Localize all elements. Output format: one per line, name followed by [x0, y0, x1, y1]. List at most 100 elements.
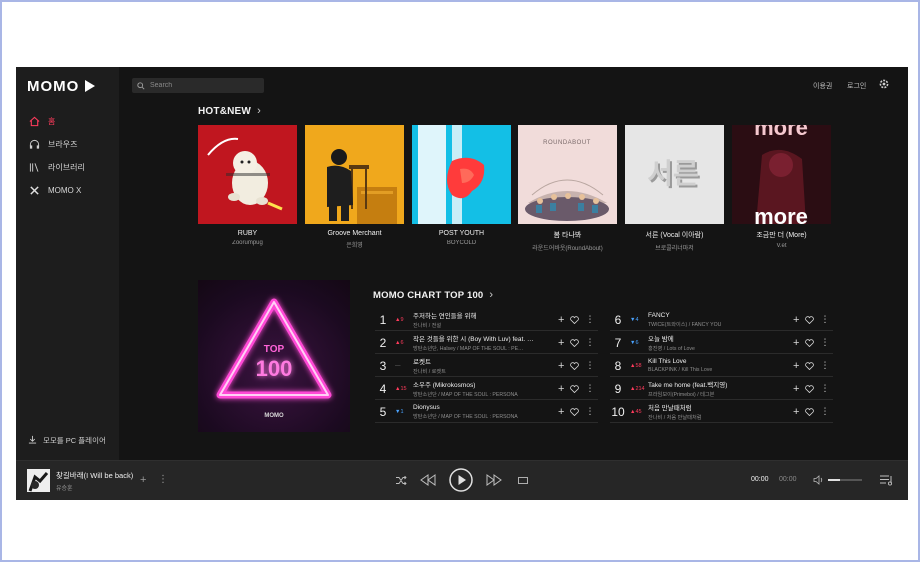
song-artist[interactable]: 방탄소년단 / MAP OF THE SOUL : PERSONA — [413, 391, 550, 398]
pass-link[interactable]: 이용권 — [813, 81, 832, 91]
album-title[interactable]: 봄 타나봐 — [518, 230, 617, 240]
add-icon[interactable]: + — [793, 360, 799, 372]
volume-icon[interactable] — [813, 475, 824, 485]
hot-new-title[interactable]: HOT&NEW › — [198, 105, 261, 117]
song-title[interactable]: 처음 만날때처럼 — [648, 402, 785, 412]
next-icon[interactable] — [486, 474, 502, 486]
album-card[interactable]: POST YOUTH BOYCOLD — [412, 125, 511, 246]
chart-row[interactable]: 1 ▲9 주저하는 연인들을 위해 잔나비 / 전설 + ⋮ — [375, 309, 598, 331]
momo-logo[interactable]: MOMO — [27, 77, 97, 95]
song-title[interactable]: FANCY — [648, 312, 785, 319]
shuffle-icon[interactable] — [396, 476, 407, 485]
add-icon[interactable]: + — [140, 474, 146, 486]
album-artist[interactable]: 브로콜리너마저 — [625, 243, 724, 252]
add-icon[interactable]: + — [793, 314, 799, 326]
heart-icon[interactable] — [805, 338, 815, 347]
now-playing-artist[interactable]: 유승훈 — [56, 483, 73, 492]
chart-row[interactable]: 4 ▲15 소우주 (Mikrokosmos) 방탄소년단 / MAP OF THE … — [375, 378, 598, 400]
album-title[interactable]: POST YOUTH — [412, 230, 511, 237]
song-artist[interactable]: 방탄소년단 / MAP OF THE SOUL : PERSONA — [413, 413, 550, 420]
more-icon[interactable]: ⋮ — [158, 474, 168, 485]
album-title[interactable]: Groove Merchant — [305, 230, 404, 237]
chart-row[interactable]: 5 ▼1 Dionysus 방탄소년단 / MAP OF THE SOUL : PER… — [375, 401, 598, 423]
album-card[interactable]: RUBY Zoorumpug — [198, 125, 297, 246]
search-input[interactable] — [150, 82, 260, 89]
album-cover-ruby[interactable] — [198, 125, 297, 224]
add-icon[interactable]: + — [558, 406, 564, 418]
album-card[interactable]: 서른 서른 서른 (Vocal 이아람) 브로콜리너마저 — [625, 125, 724, 252]
album-cover-post-youth[interactable] — [412, 125, 511, 224]
more-icon[interactable]: ⋮ — [585, 406, 594, 417]
album-card[interactable]: more more 조금만 더 (More) V.et — [732, 125, 831, 249]
heart-icon[interactable] — [805, 407, 815, 416]
album-artist[interactable]: 라운드어바웃(RoundAbout) — [518, 243, 617, 252]
more-icon[interactable]: ⋮ — [585, 337, 594, 348]
top100-cover[interactable]: TOP 100 MOMO — [198, 280, 350, 432]
more-icon[interactable]: ⋮ — [820, 337, 829, 348]
add-icon[interactable]: + — [558, 383, 564, 395]
gear-icon[interactable] — [878, 78, 890, 90]
heart-icon[interactable] — [805, 315, 815, 324]
song-title[interactable]: 작은 것들을 위한 시 (Boy With Luv) feat. … — [413, 333, 550, 343]
album-cover-roundabout[interactable]: ROUNDABOUT — [518, 125, 617, 224]
album-cover-more[interactable]: more more — [732, 125, 831, 224]
song-title[interactable]: Kill This Love — [648, 358, 785, 365]
heart-icon[interactable] — [805, 384, 815, 393]
song-artist[interactable]: TWICE(트와이스) / FANCY YOU — [648, 321, 785, 328]
add-icon[interactable]: + — [558, 360, 564, 372]
play-button[interactable] — [449, 468, 473, 492]
song-title[interactable]: Dionysus — [413, 404, 550, 411]
song-title[interactable]: Take me home (feat.백지영) — [648, 379, 785, 389]
song-title[interactable]: 소우주 (Mikrokosmos) — [413, 379, 550, 389]
heart-icon[interactable] — [570, 384, 580, 393]
song-artist[interactable]: 잔나비 / 처음 만날때처럼 — [648, 414, 785, 421]
more-icon[interactable]: ⋮ — [585, 314, 594, 325]
volume-slider[interactable] — [828, 479, 862, 481]
chart-row[interactable]: 9 ▲214 Take me home (feat.백지영) 프라임보이(Primeb… — [610, 378, 833, 400]
album-artist[interactable]: V.et — [732, 243, 831, 249]
chart-row[interactable]: 8 ▲58 Kill This Love BLACKPINK / Kill This … — [610, 355, 833, 377]
chart-row[interactable]: 3— 로켓트 잔나비 / 로켓트 + ⋮ — [375, 355, 598, 377]
song-title[interactable]: 오늘 밤에 — [648, 333, 785, 343]
previous-icon[interactable] — [420, 474, 436, 486]
song-title[interactable]: 로켓트 — [413, 356, 550, 366]
chart-row[interactable]: 7 ▼6 오늘 밤에 홍진영 / Lots of Love + ⋮ — [610, 332, 833, 354]
album-title[interactable]: RUBY — [198, 230, 297, 237]
more-icon[interactable]: ⋮ — [820, 314, 829, 325]
album-title[interactable]: 서른 (Vocal 이아람) — [625, 230, 724, 240]
add-icon[interactable]: + — [793, 406, 799, 418]
song-artist[interactable]: 방탄소년단, Halsey / MAP OF THE SOUL : PE… — [413, 345, 550, 352]
album-card[interactable]: ROUNDABOUT 봄 타나봐 라운드어바웃(RoundAbout) — [518, 125, 617, 252]
sidebar-item-browse[interactable]: 브라우즈 — [28, 136, 77, 152]
album-cover-thirty[interactable]: 서른 서른 — [625, 125, 724, 224]
album-artist[interactable]: 은희영 — [305, 240, 404, 249]
add-icon[interactable]: + — [558, 337, 564, 349]
more-icon[interactable]: ⋮ — [585, 383, 594, 394]
album-title[interactable]: 조금만 더 (More) — [732, 230, 831, 240]
chart-title[interactable]: MOMO CHART TOP 100 › — [373, 289, 493, 301]
more-icon[interactable]: ⋮ — [585, 360, 594, 371]
queue-icon[interactable] — [880, 474, 893, 486]
more-icon[interactable]: ⋮ — [820, 360, 829, 371]
album-cover-groove-merchant[interactable] — [305, 125, 404, 224]
sidebar-item-library[interactable]: 라이브러리 — [28, 159, 85, 175]
song-artist[interactable]: 잔나비 / 로켓트 — [413, 368, 550, 375]
search-box[interactable] — [132, 78, 264, 93]
sidebar-item-home[interactable]: 홈 — [28, 113, 55, 129]
heart-icon[interactable] — [570, 407, 580, 416]
sidebar-item-momo-x[interactable]: MOMO X — [28, 182, 81, 198]
album-artist[interactable]: Zoorumpug — [198, 240, 297, 246]
more-icon[interactable]: ⋮ — [820, 383, 829, 394]
now-playing-cover[interactable] — [27, 469, 50, 492]
song-artist[interactable]: 홍진영 / Lots of Love — [648, 345, 785, 352]
chart-row[interactable]: 10 ▲45 처음 만날때처럼 잔나비 / 처음 만날때처럼 + ⋮ — [610, 401, 833, 423]
pc-player-download-link[interactable]: 모모를 PC 플레이어 — [28, 435, 106, 446]
album-artist[interactable]: BOYCOLD — [412, 240, 511, 246]
add-icon[interactable]: + — [558, 314, 564, 326]
more-icon[interactable]: ⋮ — [820, 406, 829, 417]
add-icon[interactable]: + — [793, 337, 799, 349]
chart-row[interactable]: 2 ▲6 작은 것들을 위한 시 (Boy With Luv) feat. … 방탄소… — [375, 332, 598, 354]
heart-icon[interactable] — [570, 315, 580, 324]
playlist-box-icon[interactable] — [518, 476, 528, 485]
chart-row[interactable]: 6 ▼4 FANCY TWICE(트와이스) / FANCY YOU + ⋮ — [610, 309, 833, 331]
